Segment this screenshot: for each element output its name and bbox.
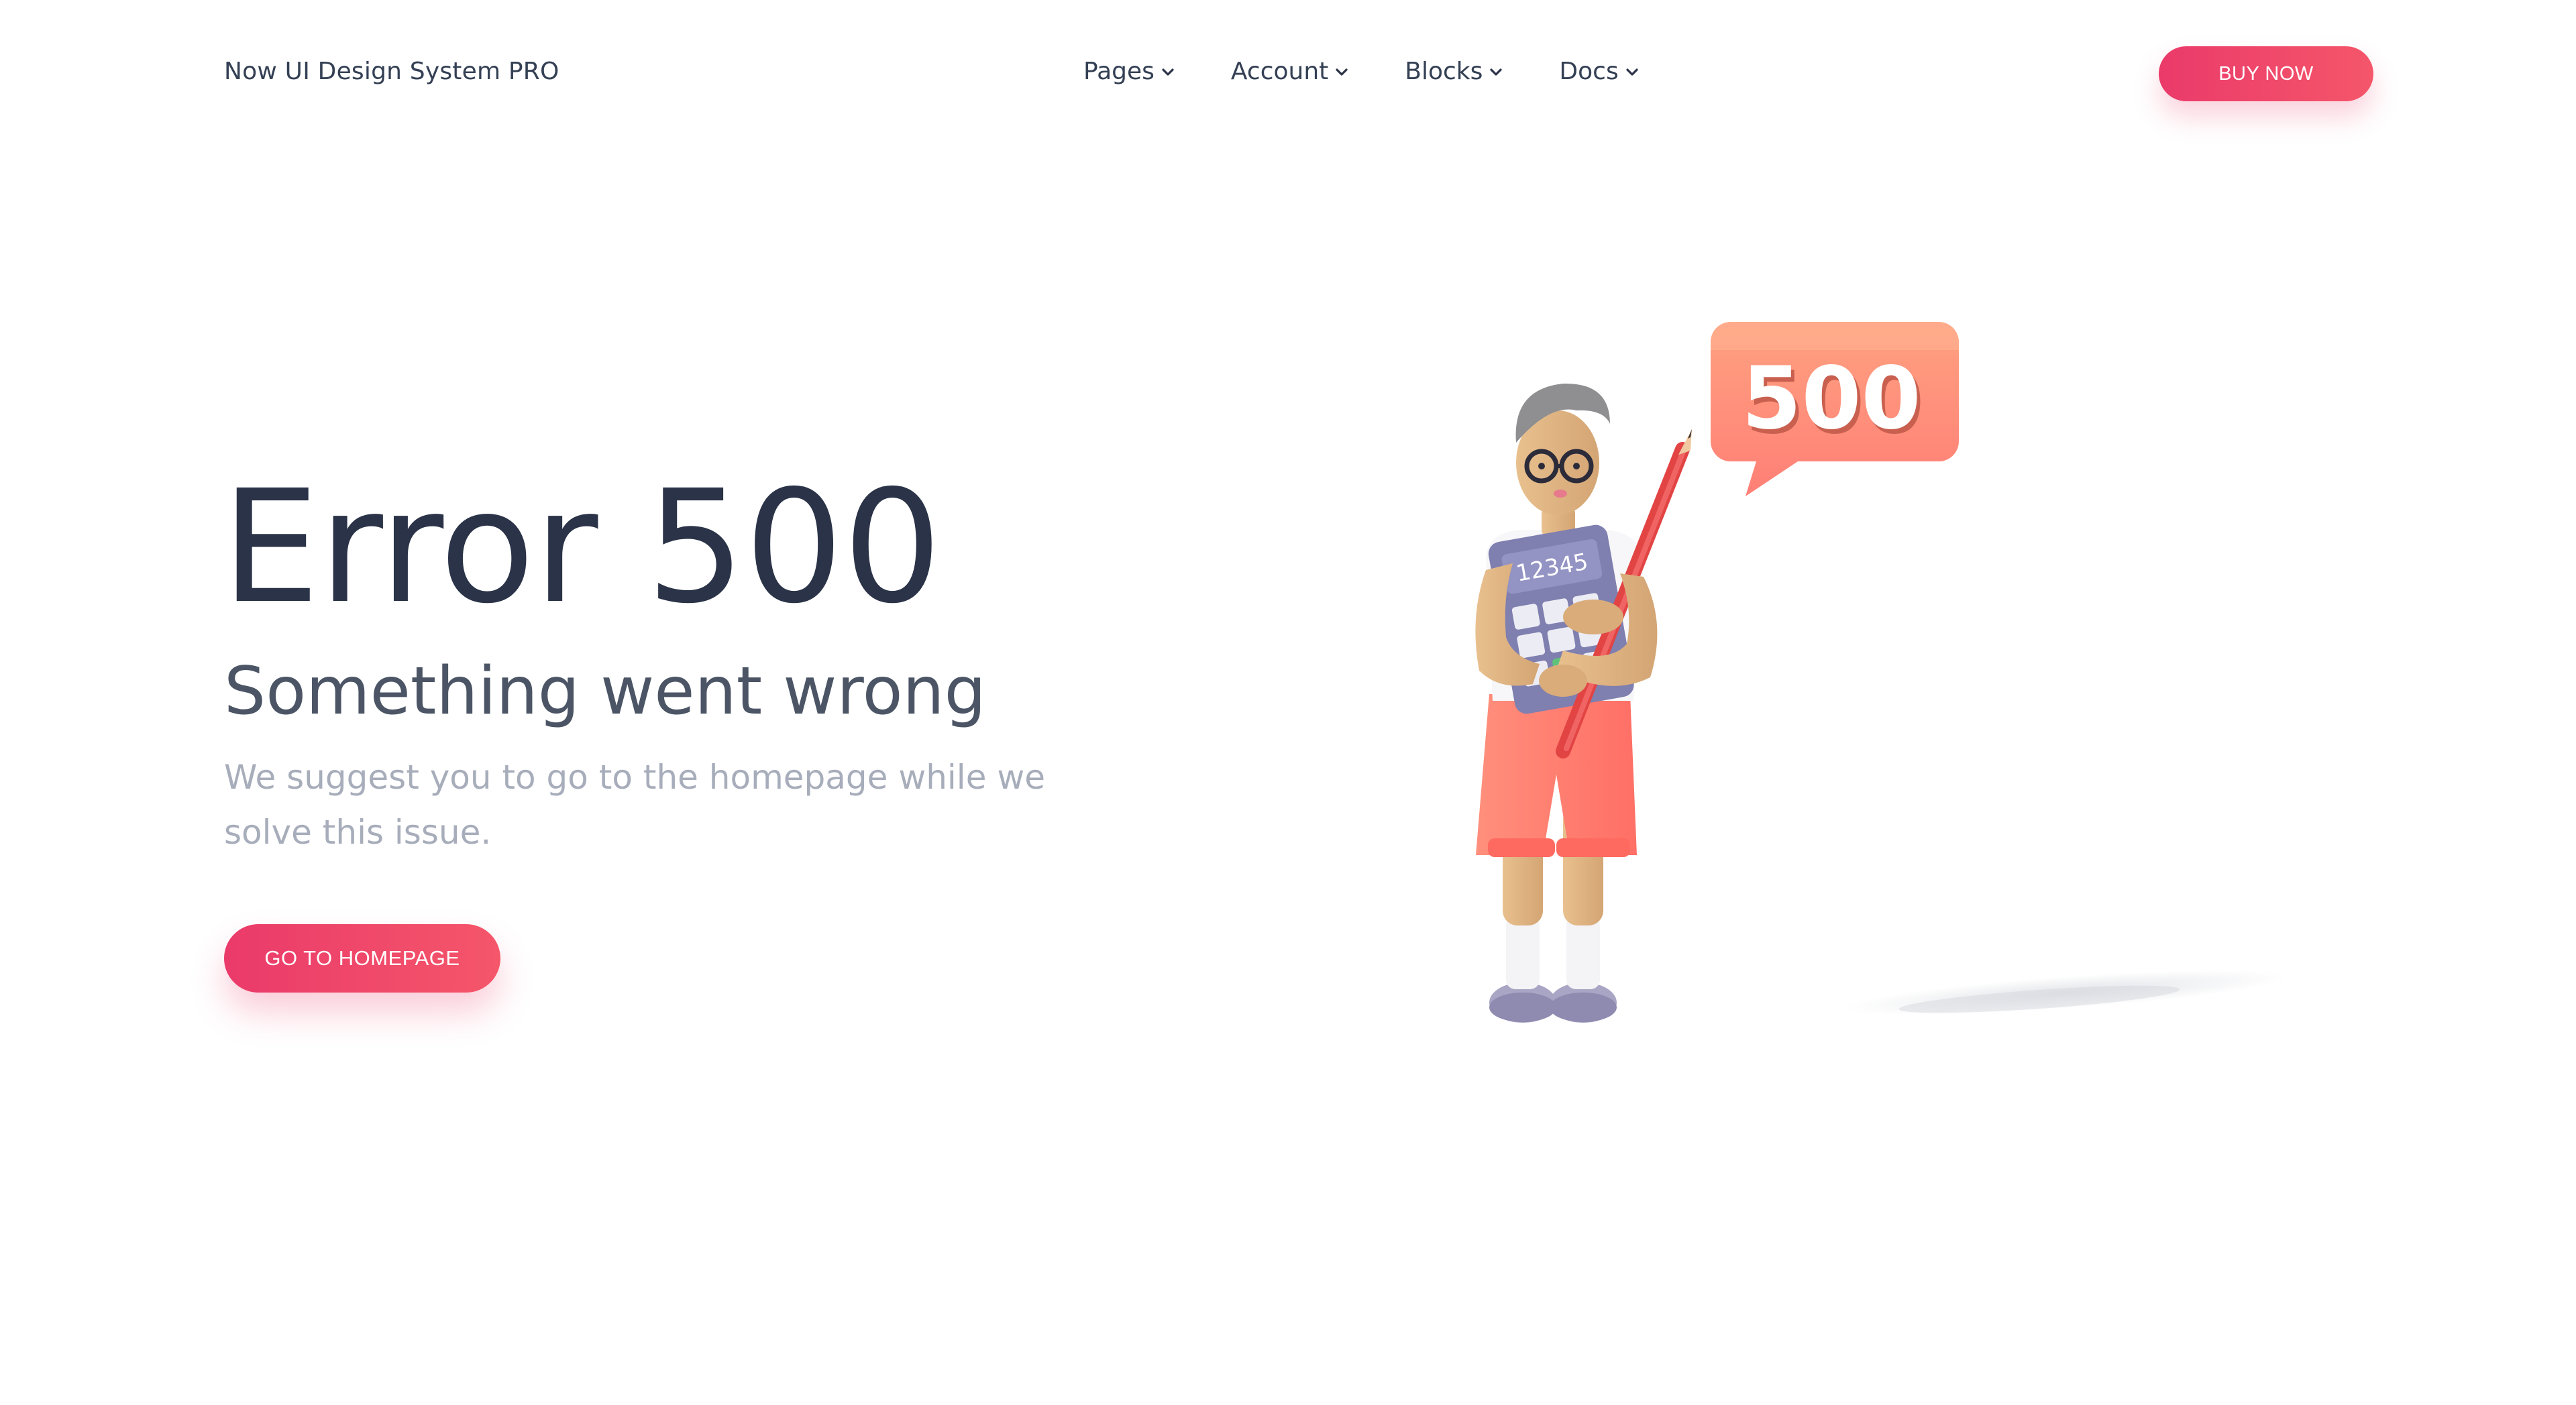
- nav-item-label: Pages: [1083, 58, 1155, 85]
- chevron-down-icon: [1490, 68, 1503, 76]
- nav-links: Pages Account Blocks Docs: [1083, 58, 1640, 85]
- character: 12345: [1475, 383, 1692, 1023]
- nav-item-pages[interactable]: Pages: [1083, 58, 1176, 85]
- error-page: Now UI Design System PRO Pages Account B…: [0, 0, 2576, 1405]
- page-description: We suggest you to go to the homepage whi…: [224, 758, 1045, 852]
- nav-item-label: Blocks: [1405, 58, 1483, 85]
- ground-shadow: [1845, 970, 2288, 1015]
- chevron-down-icon: [1336, 68, 1348, 76]
- page-title: Error 500: [221, 457, 942, 638]
- chevron-down-icon: [1626, 68, 1638, 76]
- nav-item-docs[interactable]: Docs: [1559, 58, 1640, 85]
- brand-link[interactable]: Now UI Design System PRO: [224, 58, 559, 85]
- go-to-homepage-button[interactable]: GO TO HOMEPAGE: [224, 924, 500, 993]
- nav-item-label: Docs: [1559, 58, 1619, 85]
- chevron-down-icon: [1162, 68, 1174, 76]
- navbar: Now UI Design System PRO Pages Account B…: [0, 0, 2576, 148]
- nav-item-account[interactable]: Account: [1231, 58, 1350, 85]
- buy-now-button[interactable]: BUY NOW: [2159, 46, 2373, 101]
- bubble-text: 500: [1741, 349, 1921, 449]
- nav-item-label: Account: [1230, 58, 1329, 85]
- nav-item-blocks[interactable]: Blocks: [1405, 58, 1504, 85]
- error-illustration: 500 500 12345: [1475, 322, 2288, 1023]
- page-subtitle: Something went wrong: [224, 653, 986, 730]
- speech-bubble: 500 500: [1711, 322, 1959, 496]
